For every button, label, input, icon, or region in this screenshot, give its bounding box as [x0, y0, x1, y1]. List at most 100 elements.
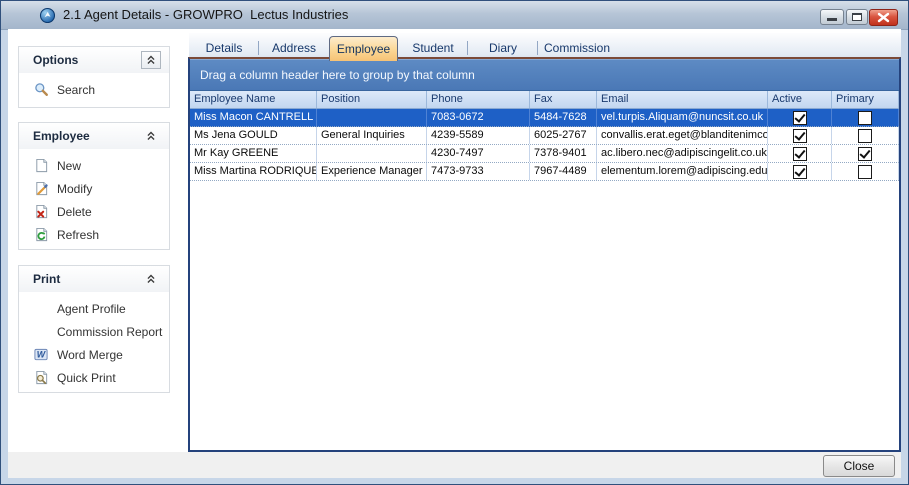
grid-header-row: Employee Name Position Phone Fax Email A…: [190, 91, 899, 109]
refresh-icon: [31, 227, 51, 243]
chevron-double-up-icon: [147, 55, 155, 64]
tab-commission[interactable]: Commission: [538, 37, 616, 59]
tab-strip: Details Address Employee Student Diary C…: [189, 33, 901, 61]
tab-diary[interactable]: Diary: [468, 37, 538, 59]
print-panel-header[interactable]: Print: [19, 266, 169, 292]
delete-icon: [31, 204, 51, 220]
collapse-panel-button[interactable]: [141, 51, 161, 69]
group-by-bar[interactable]: Drag a column header here to group by th…: [190, 59, 899, 91]
quick-print-icon: [31, 370, 51, 386]
print-panel: Print Agent Profile Commission Report W …: [18, 265, 170, 393]
sidebar-item-label: Modify: [57, 181, 93, 196]
panel-title: Print: [33, 272, 61, 286]
cell-phone: 4230-7497: [427, 145, 530, 162]
options-panel-header[interactable]: Options: [19, 47, 169, 73]
cell-fax: 5484-7628: [530, 109, 597, 126]
cell-email: ac.libero.nec@adipiscingelit.co.uk: [597, 145, 768, 162]
cell-fax: 7378-9401: [530, 145, 597, 162]
cell-position: [317, 109, 427, 126]
sidebar-item-word-merge[interactable]: W Word Merge: [19, 343, 169, 366]
maximize-icon: [852, 13, 862, 21]
title-bar[interactable]: 2.1 Agent Details - GROWPRO Lectus Indus…: [1, 1, 908, 30]
sidebar-item-label: Quick Print: [57, 370, 116, 385]
sidebar-item-label: Commission Report: [57, 324, 163, 339]
sidebar-item-search[interactable]: Search: [19, 78, 169, 101]
tab-address[interactable]: Address: [259, 37, 329, 59]
options-panel: Options Search: [18, 46, 170, 108]
cell-email: elementum.lorem@adipiscing.edu: [597, 163, 768, 180]
column-header-primary[interactable]: Primary: [832, 91, 899, 108]
sidebar-item-modify[interactable]: Modify: [19, 177, 169, 200]
cell-email: convallis.erat.eget@blanditenimcon: [597, 127, 768, 144]
cell-employee-name: Miss Macon CANTRELL: [190, 109, 317, 126]
footer-bar: Close: [8, 452, 901, 478]
primary-checkbox[interactable]: [858, 164, 872, 179]
active-checkbox[interactable]: [792, 110, 807, 125]
cell-phone: 7473-9733: [427, 163, 530, 180]
sidebar-item-delete[interactable]: Delete: [19, 200, 169, 223]
table-row[interactable]: Mr Kay GREENE 4230-7497 7378-9401 ac.lib…: [190, 145, 899, 163]
edit-icon: [31, 181, 51, 197]
chevron-double-up-icon: [147, 274, 155, 283]
employee-panel-header[interactable]: Employee: [19, 123, 169, 149]
sidebar-item-refresh[interactable]: Refresh: [19, 223, 169, 246]
sidebar-item-label: New: [57, 158, 82, 173]
close-icon: [877, 12, 890, 23]
cell-phone: 4239-5589: [427, 127, 530, 144]
blank-icon: [31, 301, 51, 317]
cell-email: vel.turpis.Aliquam@nuncsit.co.uk: [597, 109, 768, 126]
cell-employee-name: Miss Martina RODRIQUEZ: [190, 163, 317, 180]
column-header-email[interactable]: Email: [597, 91, 768, 108]
table-row[interactable]: Miss Macon CANTRELL 7083-0672 5484-7628 …: [190, 109, 899, 127]
sidebar-item-label: Refresh: [57, 227, 100, 242]
column-header-position[interactable]: Position: [317, 91, 427, 108]
table-row[interactable]: Miss Martina RODRIQUEZ Experience Manage…: [190, 163, 899, 181]
sidebar-item-commission-report[interactable]: Commission Report: [19, 320, 169, 343]
sidebar-item-agent-profile[interactable]: Agent Profile: [19, 297, 169, 320]
collapse-panel-button[interactable]: [141, 127, 161, 145]
minimize-icon: [827, 18, 837, 21]
cell-position: General Inquiries: [317, 127, 427, 144]
close-window-button[interactable]: [869, 9, 898, 26]
cell-position: Experience Manager: [317, 163, 427, 180]
panel-title: Employee: [33, 129, 90, 143]
app-icon: [39, 7, 56, 24]
table-row[interactable]: Ms Jena GOULD General Inquiries 4239-558…: [190, 127, 899, 145]
employee-grid: Drag a column header here to group by th…: [188, 57, 901, 452]
panel-title: Options: [33, 53, 79, 67]
tab-details[interactable]: Details: [189, 37, 259, 59]
cell-position: [317, 145, 427, 162]
chevron-double-up-icon: [147, 131, 155, 140]
sidebar-item-label: Word Merge: [57, 347, 123, 362]
cell-fax: 7967-4489: [530, 163, 597, 180]
sidebar-item-label: Search: [57, 82, 96, 97]
maximize-button[interactable]: [846, 9, 868, 25]
column-header-phone[interactable]: Phone: [427, 91, 530, 108]
active-checkbox[interactable]: [792, 164, 807, 179]
sidebar-item-quick-print[interactable]: Quick Print: [19, 366, 169, 389]
column-header-employee-name[interactable]: Employee Name: [190, 91, 317, 108]
active-checkbox[interactable]: [792, 128, 807, 143]
tab-employee[interactable]: Employee: [329, 36, 398, 61]
primary-checkbox[interactable]: [858, 128, 872, 143]
collapse-panel-button[interactable]: [141, 270, 161, 288]
column-header-fax[interactable]: Fax: [530, 91, 597, 108]
sidebar-item-label: Agent Profile: [57, 301, 126, 316]
sidebar-item-new[interactable]: New: [19, 154, 169, 177]
primary-checkbox[interactable]: [858, 110, 872, 125]
close-button[interactable]: Close: [823, 455, 895, 477]
cell-employee-name: Ms Jena GOULD: [190, 127, 317, 144]
primary-checkbox[interactable]: [858, 146, 872, 161]
window-title: 2.1 Agent Details - GROWPRO Lectus Indus…: [63, 7, 349, 22]
sidebar-item-label: Delete: [57, 204, 92, 219]
employee-panel: Employee New Modify Delete Refresh: [18, 122, 170, 250]
tab-student[interactable]: Student: [398, 37, 468, 59]
blank-icon: [31, 324, 51, 340]
cell-fax: 6025-2767: [530, 127, 597, 144]
column-header-active[interactable]: Active: [768, 91, 832, 108]
word-icon: W: [31, 347, 51, 363]
search-icon: [31, 82, 51, 98]
minimize-button[interactable]: [820, 9, 844, 25]
active-checkbox[interactable]: [792, 146, 807, 161]
new-document-icon: [31, 158, 51, 174]
